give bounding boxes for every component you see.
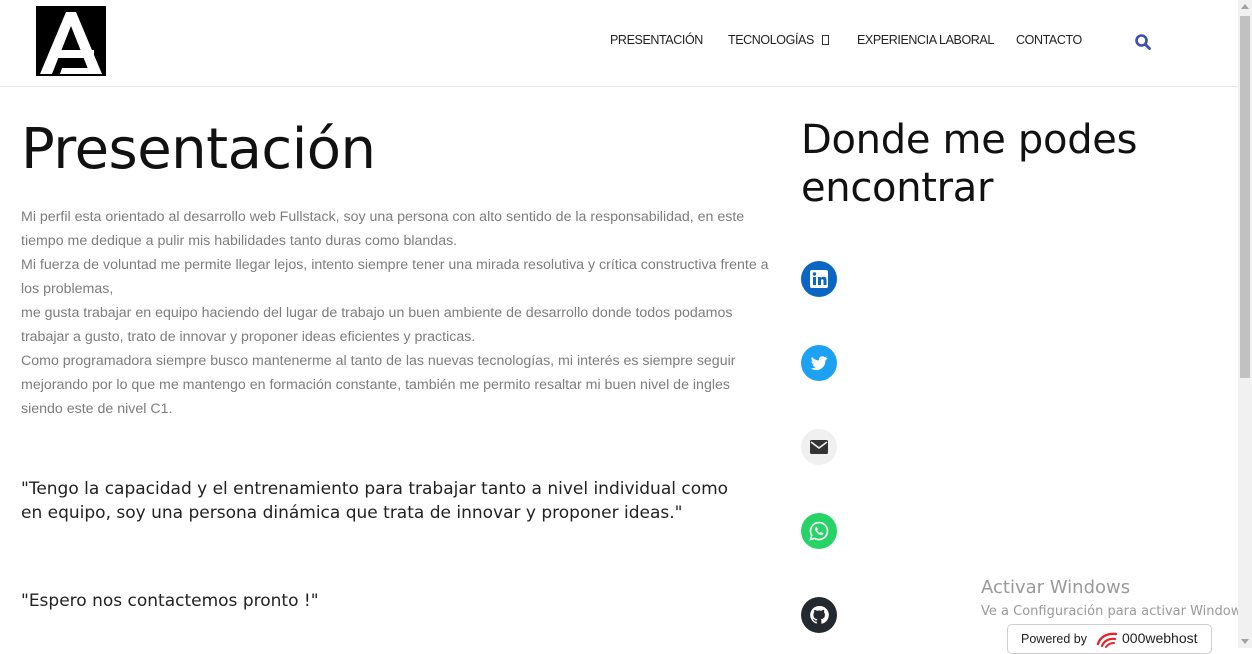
nav-tecnologias[interactable]: TECNOLOGÍAS [728,33,829,47]
sidebar-title: Donde me podes encontrar [801,117,1138,211]
windows-activation-watermark: Activar Windows Ve a Configuración para … [981,576,1252,622]
nav-tecnologias-label: TECNOLOGÍAS [728,33,814,47]
twitter-link[interactable] [801,345,837,381]
scrollbar-thumb[interactable] [1240,16,1250,378]
chevron-down-icon [821,35,829,45]
bio-paragraph: Mi perfil esta orientado al desarrollo w… [21,209,745,249]
bio-paragraph: Mi fuerza de voluntad me permite llegar … [21,257,769,297]
nav-experiencia-laboral[interactable]: EXPERIENCIA LABORAL [857,33,994,47]
webhost-brand-label: 000webhost [1122,630,1198,646]
webhost-logo-icon [1096,632,1118,648]
email-link[interactable] [801,429,837,465]
site-header: PRESENTACIÓN TECNOLOGÍAS EXPERIENCIA LAB… [0,0,1238,87]
github-link[interactable] [801,597,837,633]
linkedin-icon [810,270,828,288]
activation-subtitle: Ve a Configuración para activar Windows. [981,604,1252,619]
bio-text: Mi perfil esta orientado al desarrollo w… [21,205,769,421]
nav-contacto[interactable]: CONTACTO [1016,33,1082,47]
linkedin-link[interactable] [801,261,837,297]
whatsapp-link[interactable] [801,513,837,549]
github-icon [810,605,829,624]
bio-paragraph: me gusta trabajar en equipo haciendo del… [21,305,733,345]
scroll-down-icon[interactable] [1241,639,1249,644]
scroll-up-icon[interactable] [1241,4,1249,9]
page-title: Presentación [21,117,376,182]
quote-contact: "Espero nos contactemos pronto !" [21,591,319,611]
logo-mark [40,12,102,74]
site-logo[interactable] [36,6,106,76]
activation-title: Activar Windows [981,577,1131,598]
whatsapp-icon [809,521,829,541]
twitter-icon [810,356,828,371]
mail-icon [810,440,828,454]
powered-by-badge[interactable]: Powered by 000webhost [1007,624,1212,654]
page-scrollbar[interactable] [1238,0,1252,648]
quote-capacity: "Tengo la capacidad y el entrenamiento p… [21,479,729,523]
nav-presentacion[interactable]: PRESENTACIÓN [610,33,703,47]
search-icon[interactable] [1134,33,1152,51]
bio-paragraph: Como programadora siempre busco mantener… [21,353,736,417]
powered-by-label: Powered by [1021,632,1088,646]
